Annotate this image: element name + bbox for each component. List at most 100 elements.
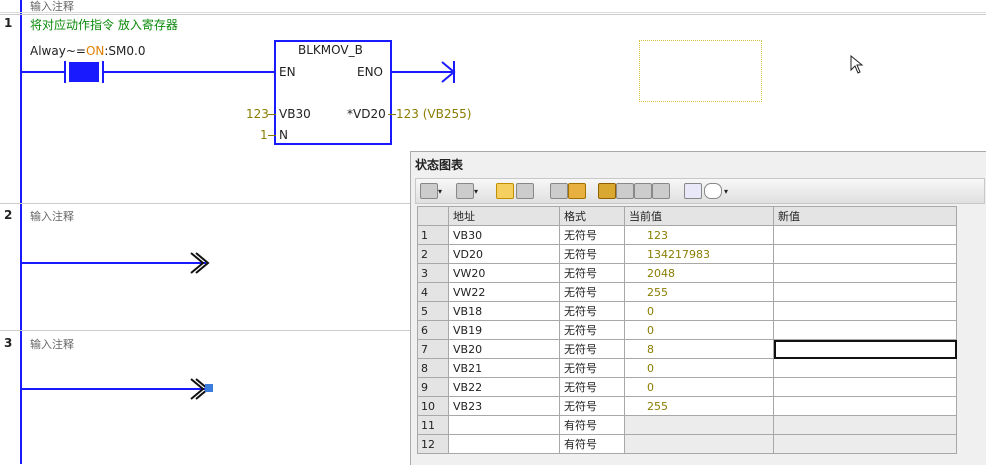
address-cell[interactable]: VW22 [448,282,560,302]
status-chart-toolbar: ▾ ▾ ▾ [415,178,985,204]
new-value-cell[interactable] [773,282,957,302]
divider [0,203,410,204]
new-value-cell[interactable] [773,396,957,416]
format-cell[interactable]: 无符号 [559,320,625,340]
network-1-header[interactable]: 1 将对应动作指令 放入寄存器 [0,16,986,33]
binoculars-icon[interactable] [550,183,568,199]
dropdown-arrow-icon[interactable]: ▾ [474,187,478,196]
table-row[interactable]: 2 VD20 无符号 134217983 [417,244,957,264]
address-cell[interactable] [448,415,560,435]
address-cell[interactable]: VD20 [448,244,560,264]
format-cell[interactable]: 无符号 [559,339,625,359]
delete-row-icon[interactable] [456,183,474,199]
row-number: 9 [417,377,449,397]
new-value-cell[interactable] [773,434,957,454]
column-header-format[interactable]: 格式 [559,206,625,226]
address-cell[interactable]: VB18 [448,301,560,321]
format-cell[interactable]: 无符号 [559,263,625,283]
column-header-address[interactable]: 地址 [448,206,560,226]
chart-monitoring-icon[interactable] [496,183,514,199]
address-cell[interactable]: VB19 [448,320,560,340]
table-row[interactable]: 6 VB19 无符号 0 [417,320,957,340]
power-rail [0,0,22,464]
unforce-all-icon[interactable] [634,183,652,199]
network-title[interactable]: 将对应动作指令 放入寄存器 [30,16,178,33]
column-header-current-value[interactable]: 当前值 [624,206,774,226]
panel-title: 状态图表 [415,158,464,172]
status-chart-table: 地址 格式 当前值 新值 1 VB30 无符号 123 2 VD20 无符号 1… [417,206,957,454]
address-cell[interactable]: VB21 [448,358,560,378]
force-icon[interactable] [598,183,616,199]
table-row[interactable]: 12 有符号 [417,434,957,454]
pin-connector [268,135,276,136]
network-2-header[interactable]: 2 输入注释 [0,207,410,224]
new-value-cell[interactable] [773,358,957,378]
format-cell[interactable]: 无符号 [559,244,625,264]
column-header-new-value[interactable]: 新值 [773,206,957,226]
in-operand[interactable]: VB30 [279,107,311,121]
read-forced-icon[interactable] [652,183,670,199]
address-cell[interactable]: VW20 [448,263,560,283]
table-row[interactable]: 4 VW22 无符号 255 [417,282,957,302]
address-cell[interactable] [448,434,560,454]
single-read-icon[interactable] [516,183,534,199]
trend-view-icon[interactable] [684,183,702,199]
table-row[interactable]: 8 VB21 无符号 0 [417,358,957,378]
format-cell[interactable]: 无符号 [559,282,625,302]
new-value-cell[interactable] [773,301,957,321]
format-cell[interactable]: 有符号 [559,415,625,435]
new-value-cell[interactable] [773,415,957,435]
new-value-cell[interactable] [773,225,957,245]
en-pin-label: EN [279,65,296,79]
comment-bubble-icon[interactable] [704,183,722,199]
new-value-cell[interactable] [773,244,957,264]
cursor-handle[interactable] [205,384,213,392]
format-cell[interactable]: 无符号 [559,358,625,378]
address-cell[interactable]: VB20 [448,339,560,359]
new-value-cell[interactable] [773,263,957,283]
current-value-cell: 123 [624,225,774,245]
selection-rectangle [639,40,762,102]
format-cell[interactable]: 无符号 [559,301,625,321]
network-comment[interactable]: 输入注释 [30,336,74,352]
table-row[interactable]: 1 VB30 无符号 123 [417,225,957,245]
format-cell[interactable]: 无符号 [559,377,625,397]
table-row[interactable]: 5 VB18 无符号 0 [417,301,957,321]
address-cell[interactable]: VB23 [448,396,560,416]
current-value-cell [624,434,774,454]
new-value-cell-selected[interactable] [773,339,957,359]
format-cell[interactable]: 无符号 [559,396,625,416]
current-value-cell: 0 [624,377,774,397]
table-row[interactable]: 10 VB23 无符号 255 [417,396,957,416]
pencil-write-icon[interactable] [568,183,586,199]
row-number: 12 [417,434,449,454]
out-operand[interactable]: *VD20 [347,107,386,121]
network-comment[interactable]: 输入注释 [30,0,74,14]
in-value: 123 [246,107,269,121]
contact-sm0-0[interactable] [69,62,99,82]
table-row[interactable]: 7 VB20 无符号 8 [417,339,957,359]
network-comment[interactable]: 输入注释 [30,208,74,224]
current-value-cell: 8 [624,339,774,359]
new-value-cell[interactable] [773,320,957,340]
coil-output-arrow-icon [441,61,456,83]
new-value-cell[interactable] [773,377,957,397]
current-value-cell: 0 [624,320,774,340]
dropdown-arrow-icon[interactable]: ▾ [438,187,442,196]
address-cell[interactable]: VB22 [448,377,560,397]
table-row[interactable]: 9 VB22 无符号 0 [417,377,957,397]
format-cell[interactable]: 有符号 [559,434,625,454]
out-value: 123 (VB255) [396,107,472,121]
dropdown-arrow-icon[interactable]: ▾ [724,187,728,196]
format-cell[interactable]: 无符号 [559,225,625,245]
rung-wire [22,388,206,390]
network-3-header[interactable]: 3 输入注释 [0,335,410,352]
row-number: 5 [417,301,449,321]
row-number: 4 [417,282,449,302]
unforce-icon[interactable] [616,183,634,199]
table-row[interactable]: 11 有符号 [417,415,957,435]
table-row[interactable]: 3 VW20 无符号 2048 [417,263,957,283]
add-row-icon[interactable] [420,183,438,199]
rung-wire [22,71,64,73]
address-cell[interactable]: VB30 [448,225,560,245]
